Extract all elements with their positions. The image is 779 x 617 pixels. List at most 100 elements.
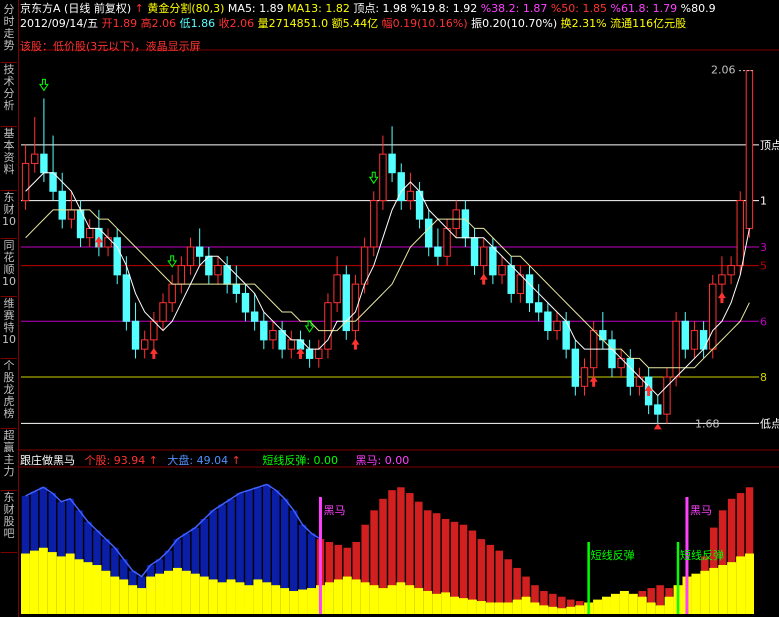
candle-body: [58, 190, 66, 220]
market-bar: [172, 567, 182, 614]
indicator-title[interactable]: 跟庄做黑马: [20, 454, 75, 467]
candle-body: [580, 367, 589, 387]
candle-body: [370, 200, 378, 248]
up-arrow-icon: [717, 292, 726, 304]
candle-body: [635, 376, 644, 387]
market-bar: [727, 562, 737, 614]
candle-body: [168, 283, 176, 304]
market-bar: [307, 588, 316, 614]
p80-value: %80.9: [680, 2, 716, 15]
candle-body: [287, 339, 296, 350]
sidebar-tab-7[interactable]: 超赢主力: [1, 426, 17, 491]
legend-market: 大盘: 49.04: [167, 454, 229, 467]
market-bar: [485, 602, 495, 614]
p61-value: %61.8: 1.79: [610, 2, 678, 15]
market-bar: [664, 596, 674, 614]
candle-body: [131, 320, 140, 350]
legend-arrow-icon: ↑: [231, 454, 241, 467]
up-arrow-icon: [149, 347, 158, 359]
market-bar: [387, 585, 397, 614]
fib-label-3: 5: [760, 260, 767, 273]
stock-note: 该股：低价股(3元以下)，液晶显示屏: [20, 40, 201, 53]
market-bar: [351, 579, 361, 614]
indicator-header: 跟庄做黑马 个股: 93.94 ↑ 大盘: 49.04 ↑ 短线反弹: 0.00…: [20, 454, 409, 467]
sidebar-tab-6[interactable]: 个股龙虎榜: [1, 356, 17, 429]
candle-body: [269, 330, 277, 341]
market-bar: [289, 590, 299, 614]
market-bar: [530, 602, 540, 614]
fib-label-4: 6: [760, 315, 767, 328]
market-bar: [736, 556, 746, 614]
candle-body: [315, 348, 323, 359]
candle-body: [690, 330, 699, 350]
up-arrow-icon: [351, 338, 360, 350]
amplitude-value: 振0.20(10.70%): [471, 17, 558, 30]
sidebar-tab-0[interactable]: 分时走势: [1, 0, 17, 63]
open-value: 开1.89: [101, 17, 138, 30]
candle-body: [654, 404, 662, 415]
market-bar: [146, 576, 156, 614]
period-label[interactable]: (日线 前复权): [64, 2, 131, 15]
sidebar-tab-4[interactable]: 同花顺10: [1, 236, 17, 297]
sidebar-tab-2[interactable]: 基本资料: [1, 124, 17, 191]
market-bar: [244, 585, 254, 614]
down-arrow-icon: [38, 78, 49, 92]
market-bar: [557, 608, 567, 614]
market-bar: [450, 596, 460, 614]
candle-body: [525, 274, 534, 304]
market-bar: [432, 593, 442, 614]
candle-body: [241, 292, 250, 313]
candle-body: [727, 265, 735, 276]
candle-body: [31, 153, 39, 164]
candle-body: [296, 339, 305, 350]
candle-body: [250, 311, 259, 322]
candle-body: [443, 227, 451, 257]
market-bar: [128, 585, 138, 614]
candle-body: [425, 218, 433, 248]
sidebar-tab-3[interactable]: 东财10: [1, 188, 17, 239]
stock-chart: 顶点 1 3 5 6 8 低点 2.06 1.68 黑马 黑马短线反弹 短线反弹: [19, 49, 779, 614]
high-price-label: 2.06: [711, 64, 736, 77]
candle-body: [709, 283, 717, 350]
market-bar: [378, 588, 388, 614]
market-bar: [521, 596, 531, 614]
candle-body: [232, 283, 241, 294]
candle-body: [406, 190, 415, 202]
candle-body: [479, 246, 488, 267]
market-bar: [494, 602, 504, 614]
sidebar-tab-1[interactable]: 技术分析: [1, 60, 17, 127]
candle-body: [305, 348, 314, 359]
market-bar: [619, 590, 629, 614]
candle-body: [544, 311, 552, 332]
candle-body: [599, 330, 607, 341]
down-arrow-icon: [304, 320, 315, 333]
market-bar: [235, 582, 245, 614]
market-bar: [38, 547, 48, 614]
market-bar: [101, 570, 111, 614]
volume-value: 量2714851.0: [257, 17, 329, 30]
fib-arrow-icon: ↑: [134, 2, 144, 15]
low-value: 低1.86: [179, 17, 216, 30]
candle-body: [186, 246, 195, 267]
low-point-icon: [653, 423, 662, 430]
candle-body: [626, 357, 635, 387]
market-bar: [29, 550, 39, 614]
market-bar: [700, 570, 710, 614]
fib-label-6: 低点: [760, 417, 779, 430]
candle-body: [434, 246, 442, 257]
market-bar: [324, 582, 334, 614]
sidebar-tab-8[interactable]: 东财股吧: [1, 488, 17, 553]
market-bar: [190, 573, 200, 614]
market-bar: [459, 598, 468, 614]
candle-body: [40, 153, 48, 174]
market-bar: [92, 565, 102, 614]
low-price-label: 1.68: [695, 417, 720, 430]
candle-body: [498, 265, 506, 276]
candle-body: [67, 209, 76, 220]
black-horse-label: 黑马: [323, 504, 345, 517]
market-bar: [512, 599, 522, 614]
market-bar: [83, 562, 93, 614]
sidebar-tab-5[interactable]: 维赛特10: [1, 294, 17, 359]
stock-name[interactable]: 京东方A: [20, 2, 61, 15]
market-bar: [333, 579, 343, 614]
